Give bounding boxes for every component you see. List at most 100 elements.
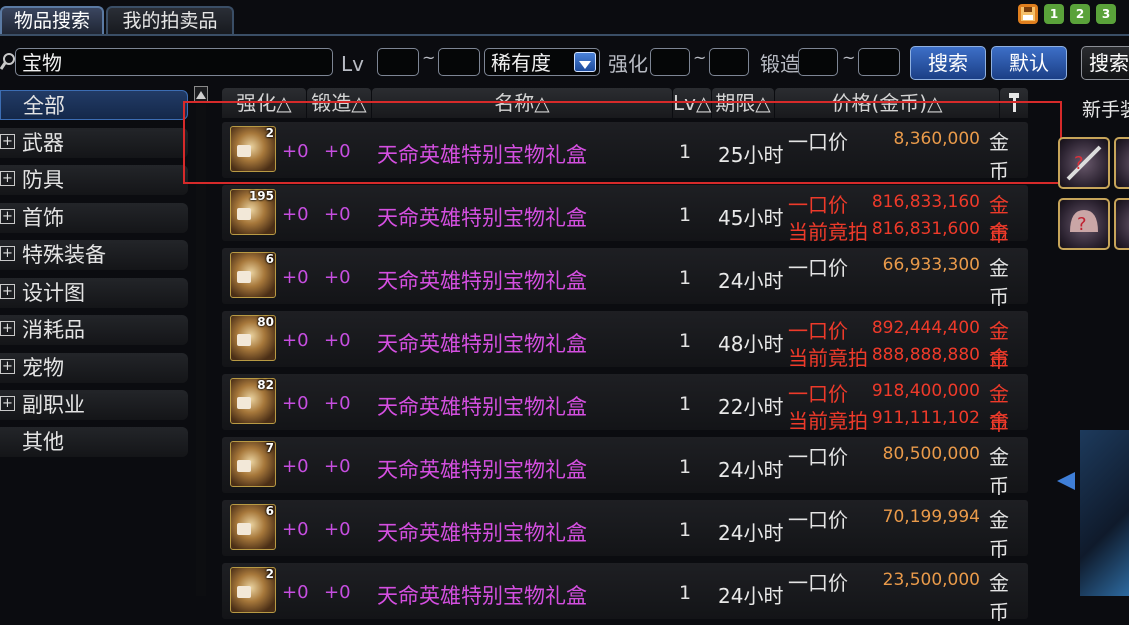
lv-min-input[interactable] — [377, 48, 419, 76]
category-armor[interactable]: + 防具 — [0, 165, 188, 195]
rarity-select-value: 稀有度 — [491, 51, 551, 75]
category-weapon[interactable]: + 武器 — [0, 128, 188, 158]
quantity-badge: 80 — [257, 315, 274, 329]
category-label: 武器 — [22, 131, 64, 155]
lv-max-input[interactable] — [438, 48, 480, 76]
category-pet[interactable]: + 宠物 — [0, 353, 188, 383]
search-input[interactable]: 宝物 — [15, 48, 333, 76]
forge-value: +0 — [324, 519, 351, 540]
treasure-chest-icon: 80 — [230, 315, 276, 361]
forge-tilde: ~ — [842, 48, 856, 67]
item-name[interactable]: 天命英雄特别宝物礼盒 — [377, 265, 587, 295]
enhance-value: +0 — [282, 519, 309, 540]
quantity-badge: 2 — [265, 567, 274, 581]
category-consumable[interactable]: + 消耗品 — [0, 315, 188, 345]
expand-plus-icon[interactable]: + — [0, 171, 15, 186]
default-button[interactable]: 默认 — [991, 46, 1067, 80]
item-level: 1 — [679, 393, 692, 415]
quantity-badge: 6 — [265, 504, 274, 518]
buyout-price: 66,933,300 — [882, 255, 980, 275]
search-icon — [0, 52, 16, 76]
category-all[interactable]: 全部 — [0, 90, 188, 120]
forge-max-input[interactable] — [858, 48, 900, 76]
arrow-left-icon[interactable] — [1055, 470, 1077, 496]
lv-tilde: ~ — [422, 48, 436, 67]
forge-min-input[interactable] — [798, 48, 838, 76]
category-blueprint[interactable]: + 设计图 — [0, 278, 188, 308]
item-name[interactable]: 天命英雄特别宝物礼盒 — [377, 454, 587, 484]
equipment-slot[interactable]: ? — [1058, 198, 1110, 250]
extra-search-button[interactable]: 搜索 — [1081, 46, 1129, 80]
item-duration: 24小时 — [718, 521, 784, 545]
enhance-label: 强化 — [608, 52, 648, 76]
search-button[interactable]: 搜索 — [910, 46, 986, 80]
category-label: 其他 — [22, 430, 64, 454]
expand-plus-icon[interactable]: + — [0, 396, 15, 411]
table-row[interactable]: 80 +0 +0 天命英雄特别宝物礼盒 1 48小时 一口价 892,444,4… — [222, 311, 1028, 399]
enhance-value: +0 — [282, 267, 309, 288]
current-bid-price: 888,888,880 — [871, 345, 980, 365]
category-accessory[interactable]: + 首饰 — [0, 203, 188, 233]
treasure-chest-icon: 195 — [230, 189, 276, 235]
expand-plus-icon[interactable]: + — [0, 321, 15, 336]
enhance-max-input[interactable] — [709, 48, 749, 76]
enhance-value: +0 — [282, 456, 309, 477]
table-row[interactable]: 6 +0 +0 天命英雄特别宝物礼盒 1 24小时 一口价 66,933,300… — [222, 248, 1028, 309]
page-3-button[interactable]: 3 — [1096, 4, 1116, 24]
tab-item-search[interactable]: 物品搜索 — [0, 6, 104, 36]
expand-plus-icon[interactable]: + — [0, 209, 15, 224]
page-1-button[interactable]: 1 — [1044, 4, 1064, 24]
category-other[interactable]: 其他 — [0, 427, 188, 457]
current-bid-price: 816,831,600 — [871, 219, 980, 239]
category-label: 全部 — [23, 94, 65, 118]
category-label: 设计图 — [22, 281, 85, 305]
table-row[interactable]: 2 +0 +0 天命英雄特别宝物礼盒 1 24小时 一口价 23,500,000… — [222, 563, 1028, 624]
save-icon[interactable] — [1018, 4, 1038, 24]
table-row[interactable]: 195 +0 +0 天命英雄特别宝物礼盒 1 45小时 一口价 816,833,… — [222, 185, 1028, 273]
table-row[interactable]: 7 +0 +0 天命英雄特别宝物礼盒 1 24小时 一口价 80,500,000… — [222, 437, 1028, 498]
equipment-slot[interactable] — [1114, 198, 1129, 250]
scroll-up-icon[interactable] — [194, 86, 208, 102]
buyout-price: 816,833,160 — [871, 192, 980, 212]
item-name[interactable]: 天命英雄特别宝物礼盒 — [377, 580, 587, 610]
table-row[interactable]: 82 +0 +0 天命英雄特别宝物礼盒 1 22小时 一口价 918,400,0… — [222, 374, 1028, 462]
tab-my-auctions[interactable]: 我的拍卖品 — [106, 6, 234, 36]
svg-text:?: ? — [1074, 153, 1084, 174]
enhance-tilde: ~ — [693, 48, 707, 67]
category-special-equipment[interactable]: + 特殊装备 — [0, 240, 188, 270]
page-2-button[interactable]: 2 — [1070, 4, 1090, 24]
item-name[interactable]: 天命英雄特别宝物礼盒 — [377, 328, 587, 358]
lock-icon — [237, 460, 251, 472]
item-duration: 22小时 — [718, 395, 784, 419]
category-label: 消耗品 — [22, 318, 85, 342]
currency-unit: 金币 — [989, 445, 1009, 498]
equipment-slot[interactable]: ? — [1058, 137, 1110, 189]
enhance-min-input[interactable] — [650, 48, 690, 76]
forge-value: +0 — [324, 330, 351, 351]
buyout-price: 80,500,000 — [882, 444, 980, 464]
forge-value: +0 — [324, 204, 351, 225]
buyout-price: 918,400,000 — [871, 381, 980, 401]
rarity-select[interactable]: 稀有度 — [484, 48, 600, 76]
category-sub-profession[interactable]: + 副职业 — [0, 390, 188, 420]
tab-divider — [0, 34, 1129, 36]
chevron-down-icon[interactable] — [574, 52, 596, 72]
expand-plus-icon[interactable]: + — [0, 246, 15, 261]
lock-icon — [237, 208, 251, 220]
highlight-box — [183, 101, 1062, 184]
expand-plus-icon[interactable]: + — [0, 284, 15, 299]
enhance-value: +0 — [282, 582, 309, 603]
item-name[interactable]: 天命英雄特别宝物礼盒 — [377, 517, 587, 547]
equipment-slot[interactable] — [1114, 137, 1129, 189]
expand-plus-icon[interactable]: + — [0, 134, 15, 149]
category-label: 防具 — [22, 168, 64, 192]
expand-plus-icon[interactable]: + — [0, 359, 15, 374]
sword-icon: ? — [1066, 145, 1102, 181]
item-name[interactable]: 天命英雄特别宝物礼盒 — [377, 202, 587, 232]
buyout-price: 892,444,400 — [871, 318, 980, 338]
lock-icon — [237, 397, 251, 409]
item-name[interactable]: 天命英雄特别宝物礼盒 — [377, 391, 587, 421]
table-row[interactable]: 6 +0 +0 天命英雄特别宝物礼盒 1 24小时 一口价 70,199,994… — [222, 500, 1028, 561]
quantity-badge: 195 — [248, 189, 274, 203]
category-label: 宠物 — [22, 356, 64, 380]
